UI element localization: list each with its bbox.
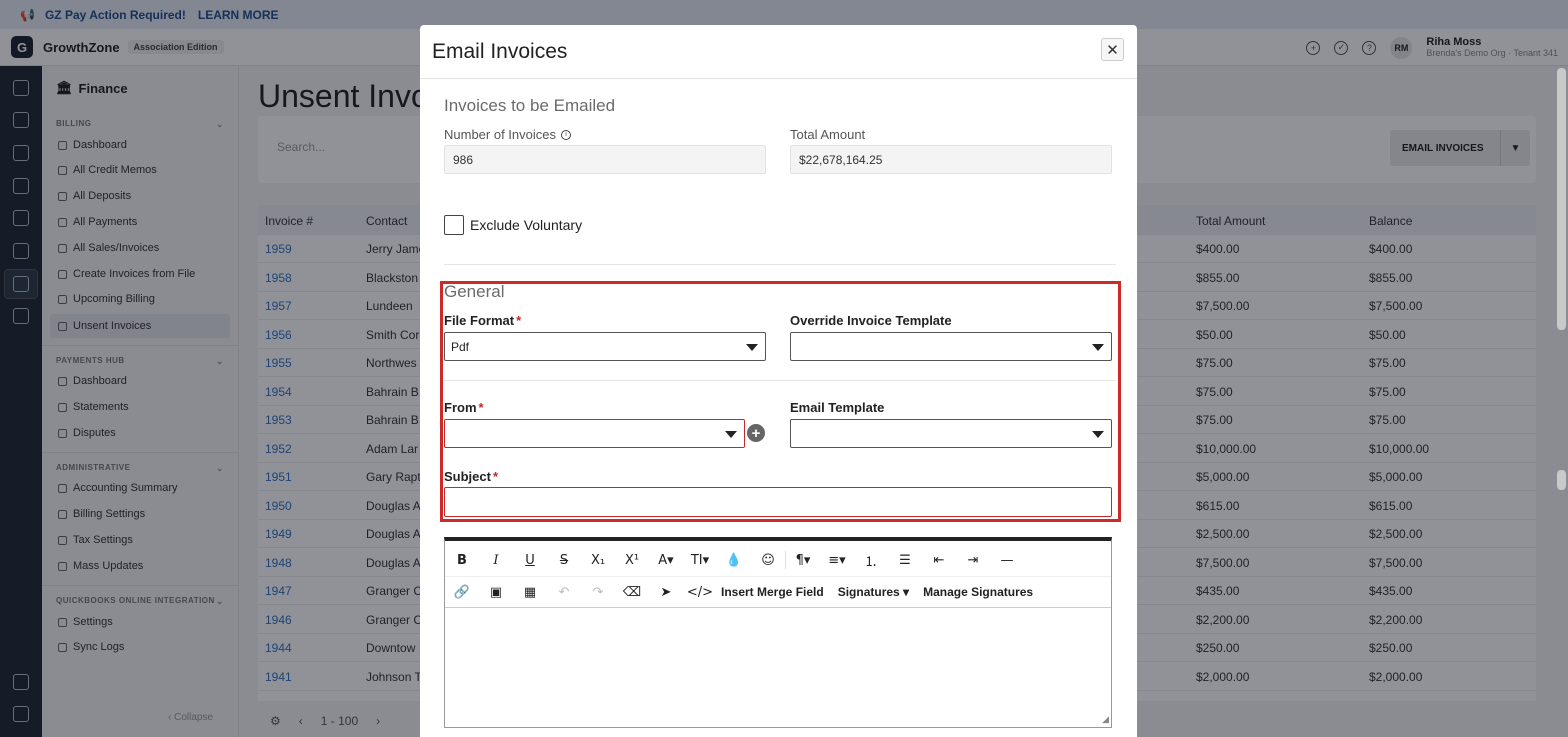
email-body-editor: B I U S X₁ X¹ A▾ TI▾ 💧 ☺ ¶▾ ≡▾ ⒈ ☰ ⇤ ⇥ —… xyxy=(444,537,1112,728)
scrollbar-thumb[interactable] xyxy=(1557,470,1566,490)
undo-icon[interactable]: ↶ xyxy=(547,585,581,600)
scrollbar[interactable] xyxy=(1557,68,1566,330)
underline-icon[interactable]: U xyxy=(513,553,547,568)
chevron-down-icon xyxy=(725,431,737,438)
image-icon[interactable]: ▣ xyxy=(479,585,513,600)
bold-icon[interactable]: B xyxy=(445,553,479,568)
num-invoices-field: 986 xyxy=(444,145,766,174)
editor-toolbar-row-1: B I U S X₁ X¹ A▾ TI▾ 💧 ☺ ¶▾ ≡▾ ⒈ ☰ ⇤ ⇥ — xyxy=(445,544,1111,576)
italic-icon[interactable]: I xyxy=(479,553,513,568)
link-icon[interactable]: 🔗 xyxy=(445,585,479,600)
outdent-icon[interactable]: ⇤ xyxy=(922,553,956,568)
indent-icon[interactable]: ⇥ xyxy=(956,553,990,568)
file-format-label: File Format * xyxy=(444,313,522,328)
horizontal-line-icon[interactable]: — xyxy=(990,553,1024,568)
superscript-icon[interactable]: X¹ xyxy=(615,553,649,568)
align-icon[interactable]: ≡▾ xyxy=(820,553,854,568)
email-invoices-modal: Email Invoices ✕ Invoices to be Emailed … xyxy=(420,25,1137,737)
from-label: From * xyxy=(444,400,484,415)
email-template-label: Email Template xyxy=(790,400,885,415)
font-color-icon[interactable]: A▾ xyxy=(649,553,683,568)
code-view-icon[interactable]: </> xyxy=(683,585,717,600)
total-amount-field: $22,678,164.25 xyxy=(790,145,1112,174)
add-sender-icon[interactable]: + xyxy=(747,424,765,442)
resize-handle-icon[interactable]: ◢ xyxy=(1102,714,1109,725)
override-template-select[interactable] xyxy=(790,332,1112,361)
general-section-highlight xyxy=(440,281,1121,522)
redo-icon[interactable]: ↷ xyxy=(581,585,615,600)
insert-merge-field-button[interactable]: Insert Merge Field xyxy=(721,585,824,599)
editor-body[interactable] xyxy=(445,609,1111,727)
font-size-icon[interactable]: TI▾ xyxy=(683,553,717,568)
subject-input[interactable] xyxy=(444,487,1112,517)
total-amount-label: Total Amount xyxy=(790,127,866,142)
unordered-list-icon[interactable]: ☰ xyxy=(888,553,922,568)
table-icon[interactable]: ▦ xyxy=(513,585,547,600)
highlight-color-icon[interactable]: 💧 xyxy=(717,553,751,568)
file-format-select[interactable]: Pdf xyxy=(444,332,766,361)
override-template-label: Override Invoice Template xyxy=(790,313,952,328)
select-all-icon[interactable]: ➤ xyxy=(649,585,683,600)
subscript-icon[interactable]: X₁ xyxy=(581,553,615,568)
exclude-voluntary-label[interactable]: Exclude Voluntary xyxy=(470,217,582,233)
subject-label: Subject * xyxy=(444,469,499,484)
close-icon[interactable]: ✕ xyxy=(1101,38,1124,61)
email-template-select[interactable] xyxy=(790,419,1112,448)
ordered-list-icon[interactable]: ⒈ xyxy=(854,551,888,570)
num-invoices-label: Number of Invoices i xyxy=(444,127,571,142)
chevron-down-icon xyxy=(1092,431,1104,438)
modal-title: Email Invoices xyxy=(432,40,568,63)
strikethrough-icon[interactable]: S xyxy=(547,553,581,568)
chevron-down-icon xyxy=(746,344,758,351)
section-invoices-title: Invoices to be Emailed xyxy=(444,96,616,115)
emoji-icon[interactable]: ☺ xyxy=(751,553,785,568)
paragraph-format-icon[interactable]: ¶▾ xyxy=(786,553,820,568)
info-icon[interactable]: i xyxy=(561,129,571,140)
section-general-title: General xyxy=(444,282,505,301)
from-select[interactable] xyxy=(444,419,745,448)
signatures-dropdown[interactable]: Signatures ▾ xyxy=(838,585,909,599)
manage-signatures-button[interactable]: Manage Signatures xyxy=(923,585,1033,599)
clear-format-icon[interactable]: ⌫ xyxy=(615,585,649,600)
exclude-voluntary-checkbox[interactable] xyxy=(444,215,464,235)
editor-toolbar-row-2: 🔗 ▣ ▦ ↶ ↷ ⌫ ➤ </> Insert Merge Field Sig… xyxy=(445,576,1111,608)
modal-header: Email Invoices ✕ xyxy=(420,25,1137,79)
chevron-down-icon xyxy=(1092,344,1104,351)
file-format-value: Pdf xyxy=(451,339,470,354)
